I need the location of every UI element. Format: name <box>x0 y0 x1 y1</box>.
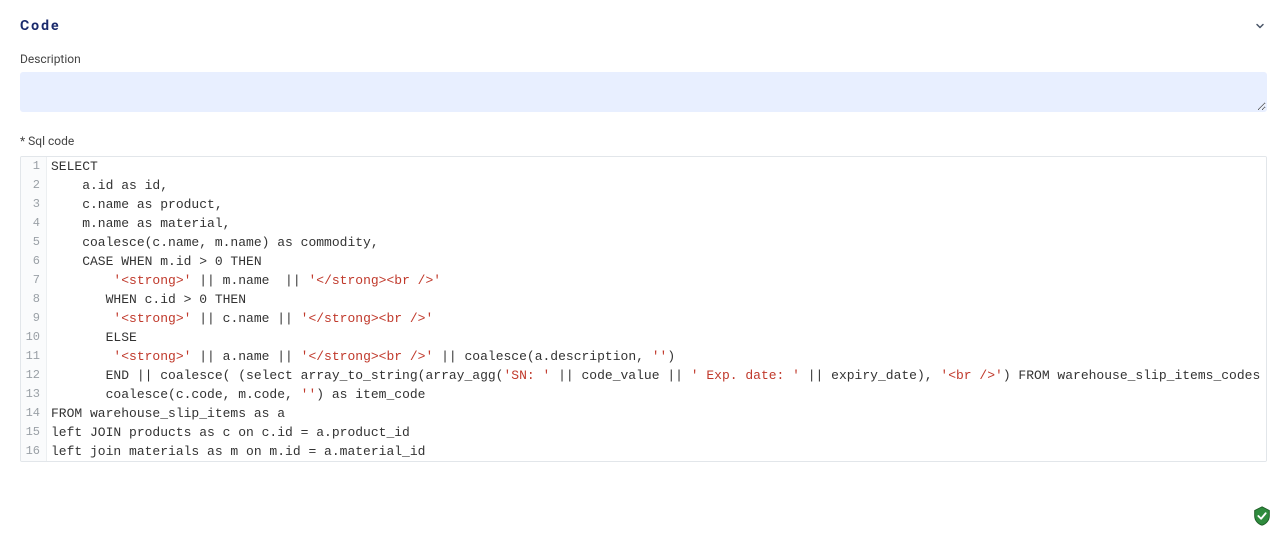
code-content[interactable]: END || coalesce( (select array_to_string… <box>47 366 1267 385</box>
code-content[interactable]: SELECT <box>47 157 1266 176</box>
code-content[interactable]: '<strong>' || a.name || '</strong><br />… <box>47 347 1266 366</box>
chevron-down-icon[interactable] <box>1253 19 1267 33</box>
code-content[interactable]: left JOIN products as c on c.id = a.prod… <box>47 423 1266 442</box>
sql-code-label: * Sql code <box>20 134 1267 148</box>
line-number: 6 <box>21 252 47 271</box>
code-content[interactable]: '<strong>' || m.name || '</strong><br />… <box>47 271 1266 290</box>
code-line[interactable]: 6 CASE WHEN m.id > 0 THEN <box>21 252 1266 271</box>
code-line[interactable]: 4 m.name as material, <box>21 214 1266 233</box>
code-content[interactable]: '<strong>' || c.name || '</strong><br />… <box>47 309 1266 328</box>
description-textarea[interactable] <box>20 72 1267 112</box>
line-number: 5 <box>21 233 47 252</box>
line-number: 3 <box>21 195 47 214</box>
code-content[interactable]: FROM warehouse_slip_items as a <box>47 404 1266 423</box>
code-content[interactable]: c.name as product, <box>47 195 1266 214</box>
line-number: 11 <box>21 347 47 366</box>
code-content[interactable]: a.id as id, <box>47 176 1266 195</box>
shield-icon <box>1251 505 1273 527</box>
line-number: 16 <box>21 442 47 461</box>
line-number: 12 <box>21 366 47 385</box>
line-number: 9 <box>21 309 47 328</box>
code-content[interactable]: coalesce(c.code, m.code, '') as item_cod… <box>47 385 1266 404</box>
code-line[interactable]: 16left join materials as m on m.id = a.m… <box>21 442 1266 461</box>
code-line[interactable]: 1SELECT <box>21 157 1266 176</box>
line-number: 1 <box>21 157 47 176</box>
line-number: 15 <box>21 423 47 442</box>
line-number: 13 <box>21 385 47 404</box>
sql-code-editor[interactable]: 1SELECT2 a.id as id,3 c.name as product,… <box>20 156 1267 462</box>
code-line[interactable]: 3 c.name as product, <box>21 195 1266 214</box>
description-label: Description <box>20 52 1267 66</box>
line-number: 4 <box>21 214 47 233</box>
section-header: Code <box>20 18 1267 34</box>
line-number: 2 <box>21 176 47 195</box>
line-number: 8 <box>21 290 47 309</box>
code-line[interactable]: 14FROM warehouse_slip_items as a <box>21 404 1266 423</box>
code-line[interactable]: 12 END || coalesce( (select array_to_str… <box>21 366 1266 385</box>
code-line[interactable]: 9 '<strong>' || c.name || '</strong><br … <box>21 309 1266 328</box>
code-content[interactable]: coalesce(c.name, m.name) as commodity, <box>47 233 1266 252</box>
code-line[interactable]: 15left JOIN products as c on c.id = a.pr… <box>21 423 1266 442</box>
code-panel: Code Description * Sql code 1SELECT2 a.i… <box>0 0 1287 478</box>
code-line[interactable]: 13 coalesce(c.code, m.code, '') as item_… <box>21 385 1266 404</box>
code-content[interactable]: WHEN c.id > 0 THEN <box>47 290 1266 309</box>
code-line[interactable]: 8 WHEN c.id > 0 THEN <box>21 290 1266 309</box>
code-content[interactable]: m.name as material, <box>47 214 1266 233</box>
code-line[interactable]: 11 '<strong>' || a.name || '</strong><br… <box>21 347 1266 366</box>
section-title: Code <box>20 18 61 34</box>
code-line[interactable]: 2 a.id as id, <box>21 176 1266 195</box>
code-content[interactable]: ELSE <box>47 328 1266 347</box>
code-line[interactable]: 7 '<strong>' || m.name || '</strong><br … <box>21 271 1266 290</box>
line-number: 10 <box>21 328 47 347</box>
line-number: 7 <box>21 271 47 290</box>
code-line[interactable]: 5 coalesce(c.name, m.name) as commodity, <box>21 233 1266 252</box>
code-content[interactable]: left join materials as m on m.id = a.mat… <box>47 442 1266 461</box>
code-content[interactable]: CASE WHEN m.id > 0 THEN <box>47 252 1266 271</box>
line-number: 14 <box>21 404 47 423</box>
code-line[interactable]: 10 ELSE <box>21 328 1266 347</box>
